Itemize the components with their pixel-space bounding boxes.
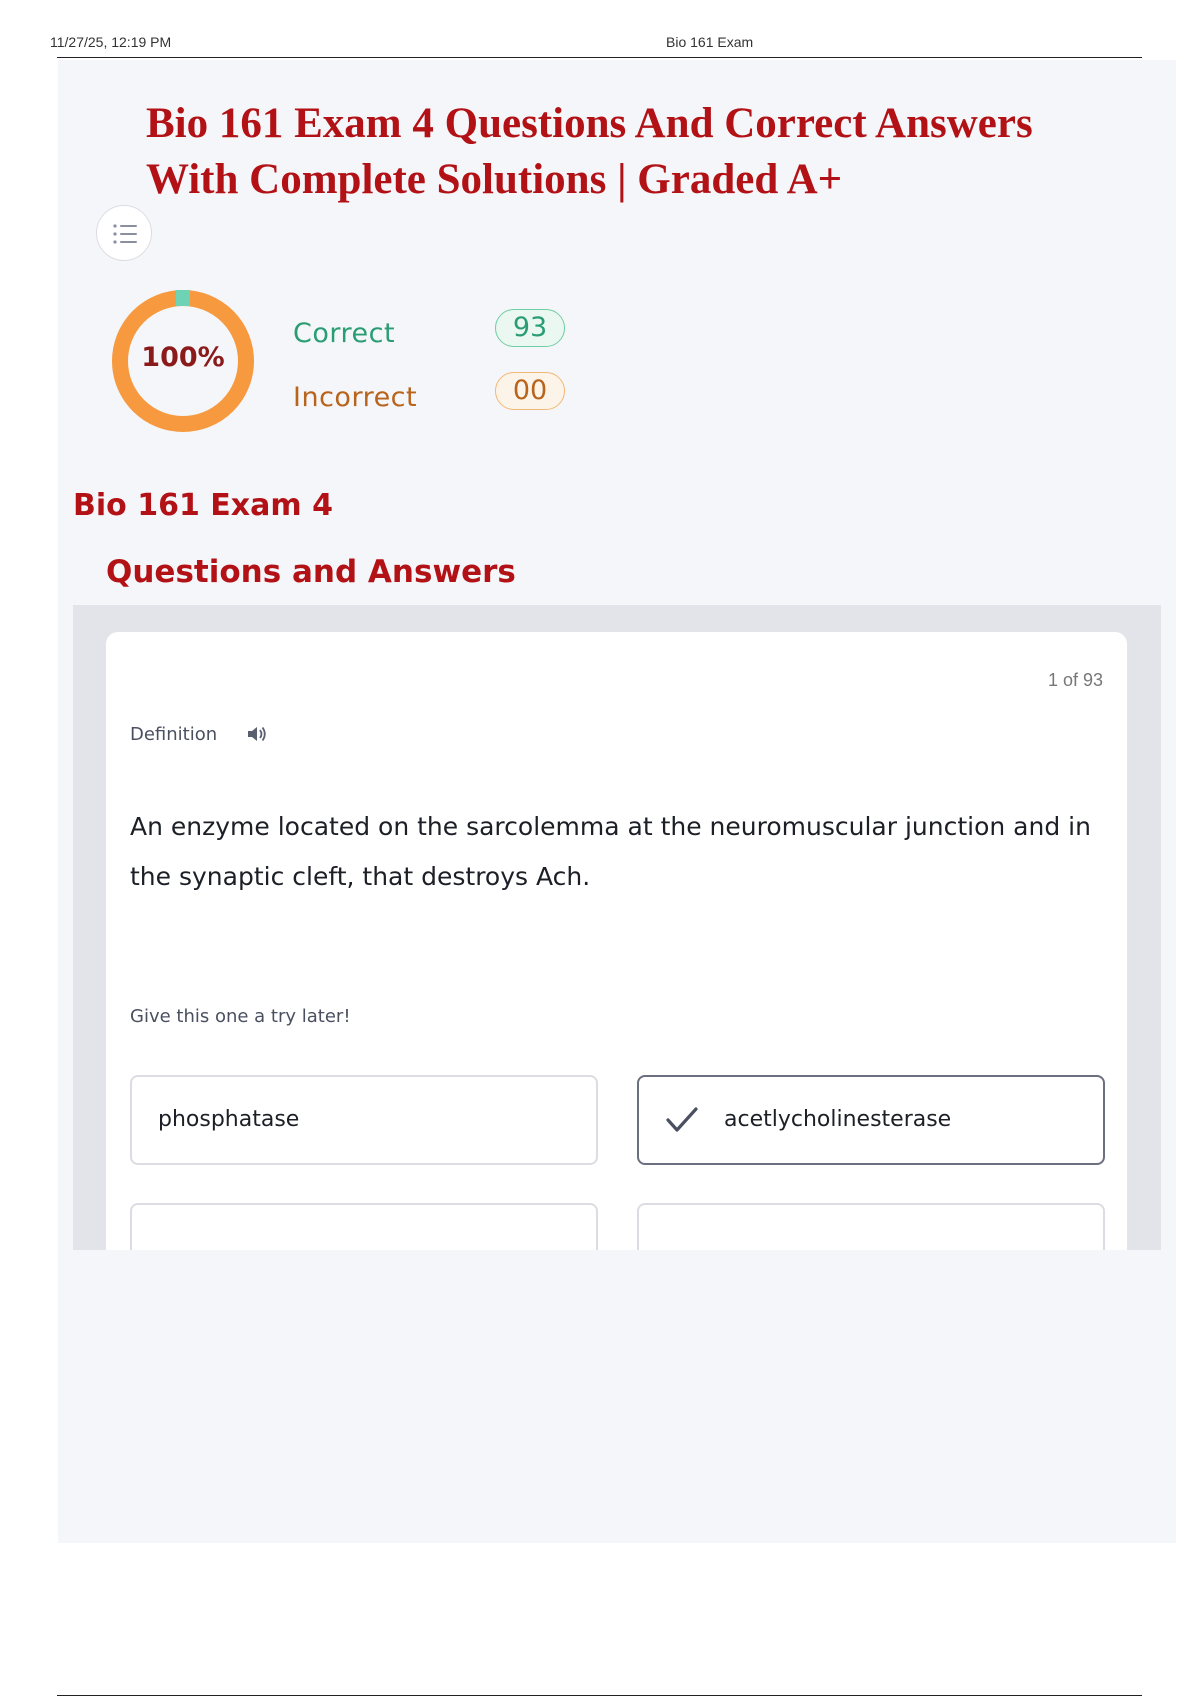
speaker-icon[interactable]: [246, 724, 268, 744]
incorrect-count-badge: 00: [495, 372, 565, 410]
question-counter: 1 of 93: [1047, 670, 1103, 690]
incorrect-label: Incorrect: [293, 382, 418, 413]
question-text: An enzyme located on the sarcolemma at t…: [130, 812, 1091, 891]
answer-option-4[interactable]: [637, 1203, 1105, 1250]
table-of-contents-button[interactable]: [96, 205, 152, 261]
print-title: Bio 161 Exam: [666, 34, 754, 50]
section-title: Bio 161 Exam 4: [73, 488, 333, 523]
answer-option-2-correct[interactable]: acetlycholinesterase: [637, 1075, 1105, 1165]
print-header: 11/27/25, 12:19 PM Bio 161 Exam: [0, 0, 1200, 60]
document-title: Bio 161 Exam 4 Questions And Correct Ans…: [146, 100, 1033, 203]
section-subtitle: Questions and Answers: [106, 554, 516, 590]
check-icon: [666, 1107, 698, 1132]
flashcard-area: 1 of 93 Definition An enzyme located on …: [73, 605, 1161, 1250]
question-card: 1 of 93 Definition An enzyme located on …: [106, 632, 1127, 1250]
answer-option-3[interactable]: [130, 1203, 598, 1250]
donut-start-marker: [176, 290, 190, 306]
try-later-link[interactable]: Give this one a try later!: [130, 1006, 351, 1027]
score-percent: 100%: [141, 342, 225, 373]
header-divider: [57, 57, 1142, 58]
answer-option-1[interactable]: phosphatase: [130, 1075, 598, 1165]
correct-count-badge: 93: [495, 309, 565, 347]
term-type-label: Definition: [130, 724, 218, 745]
answer-option-label: acetlycholinesterase: [724, 1107, 952, 1132]
list-icon: [113, 224, 137, 244]
footer-divider: [57, 1695, 1142, 1696]
correct-label: Correct: [293, 318, 396, 349]
print-date: 11/27/25, 12:19 PM: [50, 34, 172, 50]
answer-option-label: phosphatase: [158, 1107, 300, 1132]
